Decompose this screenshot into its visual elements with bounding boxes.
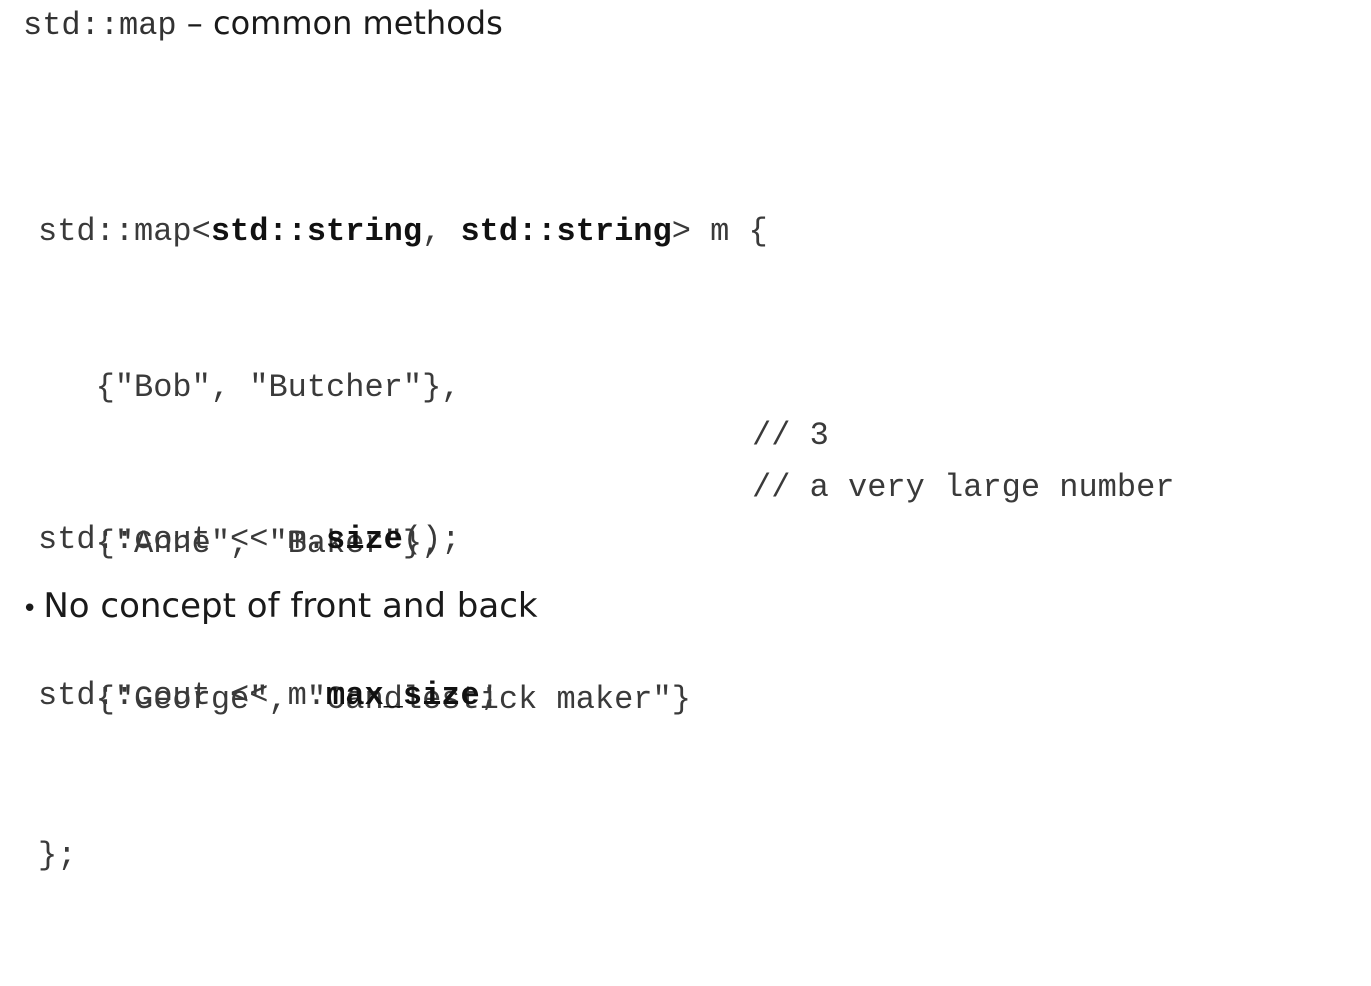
title-code-part: std::map <box>23 7 177 44</box>
bullet-item: • No concept of front and back <box>22 583 538 629</box>
code-token: ; <box>479 677 499 714</box>
code-line: {"Bob", "Butcher"}, <box>38 369 461 406</box>
code-line: std::cout << m.max_size; <box>38 670 499 722</box>
code-keyword: size <box>326 521 403 558</box>
bullet-marker: • <box>22 594 38 624</box>
code-token: > m { <box>671 213 768 250</box>
bullet-text: No concept of front and back <box>43 586 538 626</box>
code-token: std::cout << m. <box>38 677 327 714</box>
slide-title: std::map – common methods <box>23 0 503 46</box>
code-line: std::cout << m.size(); <box>38 514 499 566</box>
code-comment: // a very large number <box>752 469 1175 506</box>
title-text-part: – common methods <box>176 4 503 42</box>
code-token: std::cout << m. <box>38 521 327 558</box>
code-line: std::map<std::string, std::string> m { <box>38 206 768 258</box>
code-comment: // 3 <box>752 417 829 454</box>
code-keyword: max_size <box>326 677 480 714</box>
code-token: (); <box>402 521 461 558</box>
code-line: }; <box>38 837 77 874</box>
slide: std::map – common methods std::map<std::… <box>0 0 1371 874</box>
code-keyword: std::string <box>460 213 672 250</box>
code-token: std::map< <box>38 213 211 250</box>
code-keyword: std::string <box>210 213 423 250</box>
code-token: , <box>422 213 461 250</box>
